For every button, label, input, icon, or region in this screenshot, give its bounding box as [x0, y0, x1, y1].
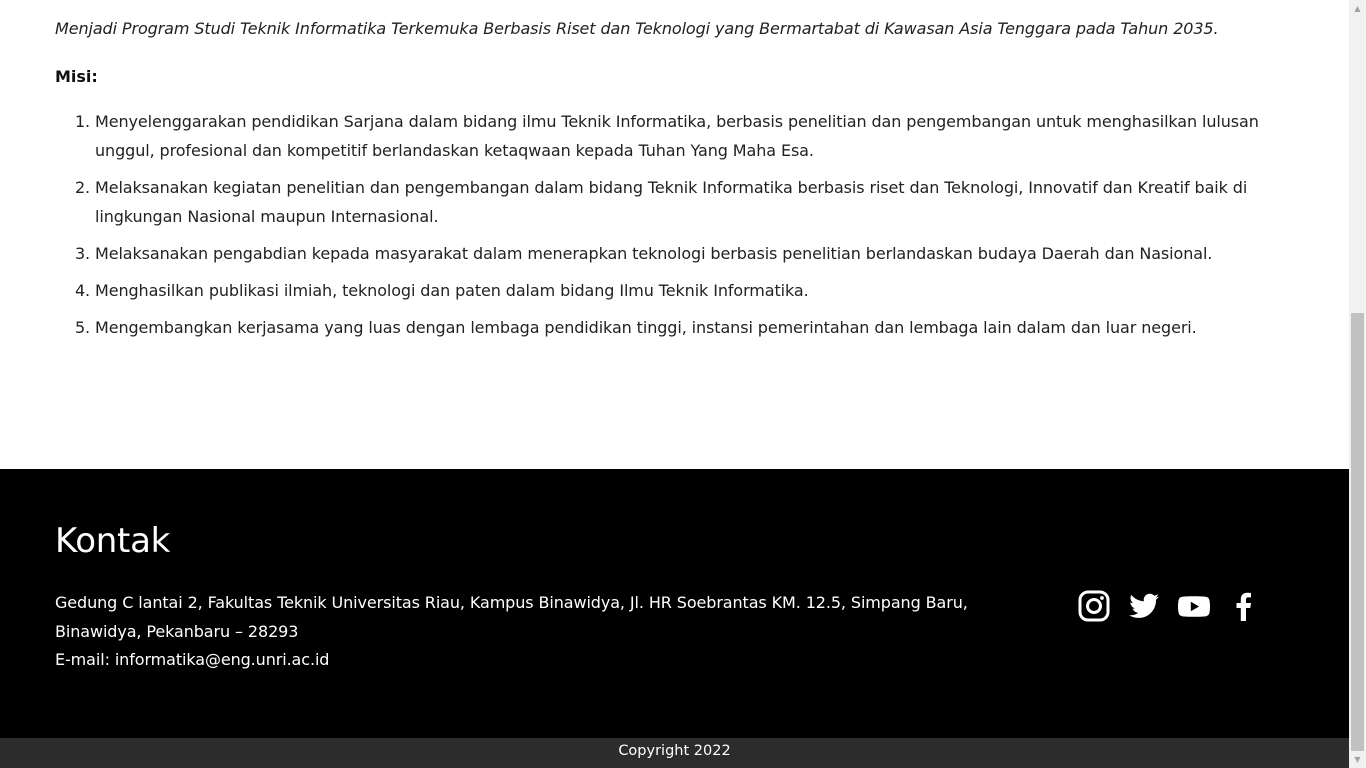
page: Menjadi Program Studi Teknik Informatika…: [0, 0, 1349, 768]
scroll-up-arrow-icon[interactable]: ▲: [1349, 0, 1366, 17]
social-links: [1078, 589, 1260, 623]
footer: Kontak Gedung C lantai 2, Fakultas Tekni…: [0, 469, 1349, 738]
misi-list: Menyelenggarakan pendidikan Sarjana dala…: [55, 107, 1295, 342]
copyright-text: Copyright 2022: [618, 743, 731, 759]
visi-text: Menjadi Program Studi Teknik Informatika…: [55, 19, 1219, 38]
youtube-icon[interactable]: [1178, 589, 1210, 623]
misi-heading: Misi:: [55, 67, 98, 86]
twitter-icon[interactable]: [1128, 589, 1160, 623]
scrollbar-thumb[interactable]: [1351, 313, 1364, 751]
misi-item: Melaksanakan pengabdian kepada masyaraka…: [95, 239, 1295, 268]
misi-item: Melaksanakan kegiatan penelitian dan pen…: [95, 173, 1295, 231]
copyright-bar: Copyright 2022: [0, 738, 1349, 768]
scroll-down-arrow-icon[interactable]: ▼: [1349, 751, 1366, 768]
footer-title: Kontak: [55, 521, 171, 561]
vertical-scrollbar[interactable]: ▲ ▼: [1349, 0, 1366, 768]
misi-item: Menghasilkan publikasi ilmiah, teknologi…: [95, 276, 1295, 305]
misi-item: Menyelenggarakan pendidikan Sarjana dala…: [95, 107, 1295, 165]
main-content: Menjadi Program Studi Teknik Informatika…: [55, 16, 1295, 350]
facebook-icon[interactable]: [1228, 589, 1260, 623]
misi-item: Mengembangkan kerjasama yang luas dengan…: [95, 313, 1295, 342]
instagram-icon[interactable]: [1078, 589, 1110, 623]
footer-contact: Gedung C lantai 2, Fakultas Teknik Unive…: [55, 589, 1015, 675]
address-text: Gedung C lantai 2, Fakultas Teknik Unive…: [55, 593, 968, 641]
email-text[interactable]: E-mail: informatika@eng.unri.ac.id: [55, 646, 1015, 675]
